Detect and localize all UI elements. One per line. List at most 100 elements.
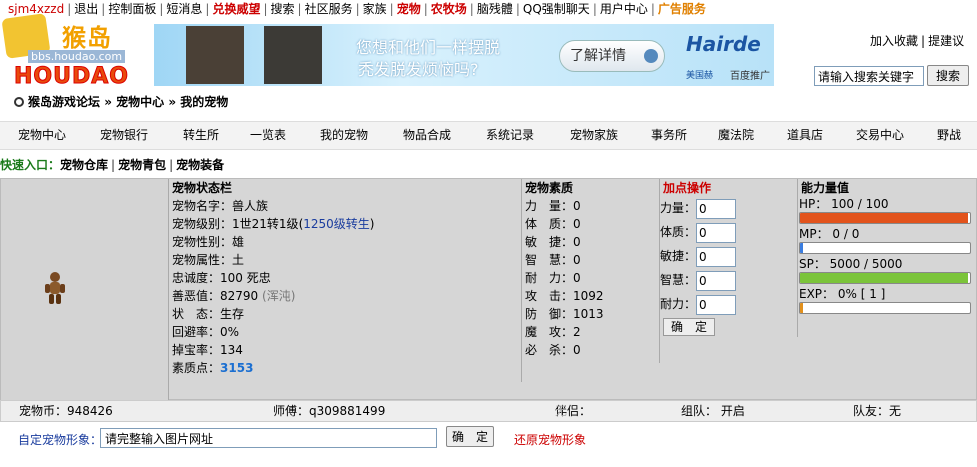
topbar-link-6[interactable]: 家族 xyxy=(363,2,387,16)
topbar-link-10[interactable]: QQ强制聊天 xyxy=(523,2,590,16)
banner-cta-label: 了解详情 xyxy=(570,48,626,64)
logo-word: HOUDAO xyxy=(14,64,129,90)
breadcrumb-pet-center[interactable]: 宠物中心 xyxy=(116,95,164,109)
addpoint-input[interactable] xyxy=(696,198,737,219)
restore-image-link[interactable]: 还原宠物形象 xyxy=(514,431,586,448)
addpoint-label: 智慧： xyxy=(660,273,697,287)
topbar-link-5[interactable]: 社区服务 xyxy=(305,2,353,16)
addpoint-title: 加点操作 xyxy=(663,181,712,195)
status-karma: 善恶值：82790 (浑沌) xyxy=(172,289,296,303)
addpoint-input[interactable] xyxy=(696,246,737,267)
ability-bar xyxy=(799,242,971,254)
banner-line-1: 您想和他们一样摆脱 xyxy=(356,38,501,57)
add-point-panel: 加点操作 力量： 体质： 敏捷： 智慧： 耐力： 确 定 xyxy=(660,179,798,337)
banner-photo-1 xyxy=(186,26,244,84)
add-favorite-link[interactable]: 加入收藏 xyxy=(870,34,918,48)
addpoint-row: 体质： xyxy=(660,221,797,245)
add-point-confirm-button[interactable]: 确 定 xyxy=(663,318,715,336)
pet-image-panel xyxy=(1,179,169,401)
status-drop: 掉宝率：134 xyxy=(172,343,243,357)
banner-promo: 百度推广 xyxy=(730,71,770,82)
quick-link-equipment[interactable]: 宠物装备 xyxy=(176,158,224,172)
addpoint-input[interactable] xyxy=(696,294,737,315)
addpoint-row: 力量： xyxy=(660,197,797,221)
nav-item-3[interactable]: 一览表 xyxy=(250,122,286,149)
rebirth-link[interactable]: 1250级转生 xyxy=(303,217,370,231)
topbar-link-3[interactable]: 兑换威望 xyxy=(212,2,260,16)
quick-entry: 快速入口：宠物仓库 | 宠物青包 | 宠物装备 xyxy=(0,158,225,172)
status-title: 宠物状态栏 xyxy=(172,181,233,195)
status-name: 宠物名字：兽人族 xyxy=(172,199,269,213)
quality-row: 必 杀：0 xyxy=(525,343,581,357)
banner-line-2: 秃发脱发烦恼吗? xyxy=(358,60,479,79)
breadcrumb-forum[interactable]: 猴岛游戏论坛 xyxy=(28,95,100,109)
topbar-link-1[interactable]: 控制面板 xyxy=(108,2,156,16)
search-input[interactable] xyxy=(814,66,924,86)
topbar-link-0[interactable]: 退出 xyxy=(74,2,98,16)
nav-item-4[interactable]: 我的宠物 xyxy=(320,122,368,149)
nav-item-11[interactable]: 交易中心 xyxy=(856,122,904,149)
nav-item-5[interactable]: 物品合成 xyxy=(403,122,451,149)
quality-row: 攻 击：1092 xyxy=(525,289,604,303)
custom-image-input[interactable] xyxy=(100,428,437,448)
search-button[interactable]: 搜索 xyxy=(927,65,969,86)
ability-bar-fill xyxy=(800,213,969,223)
topbar-link-11[interactable]: 用户中心 xyxy=(600,2,648,16)
ability-bar-label: EXP： 0% [ 1 ] xyxy=(799,287,886,301)
nav-item-6[interactable]: 系统记录 xyxy=(486,122,534,149)
custom-image-confirm-button[interactable]: 确 定 xyxy=(446,426,494,447)
topbar-link-9[interactable]: 脑残體 xyxy=(477,2,513,16)
suggest-link[interactable]: 提建议 xyxy=(928,34,964,48)
logo-url: bbs.houdao.com xyxy=(28,50,126,63)
topbar-link-2[interactable]: 短消息 xyxy=(166,2,202,16)
pet-master: 师傅：q309881499 xyxy=(273,404,386,418)
main-nav: 宠物中心 宠物银行 转生所 一览表 我的宠物 物品合成 系统记录 宠物家族 事务所 魔法院 道具店 交… xyxy=(0,121,977,150)
nav-item-7[interactable]: 宠物家族 xyxy=(570,122,618,149)
custom-image-label: 自定宠物形象： xyxy=(18,433,103,447)
breadcrumb-my-pet: 我的宠物 xyxy=(180,95,229,109)
quality-row: 体 质：0 xyxy=(525,217,581,231)
status-gender: 宠物性别：雄 xyxy=(172,235,245,249)
pet-coins: 宠物币：948426 xyxy=(19,404,113,418)
nav-item-2[interactable]: 转生所 xyxy=(183,122,219,149)
nav-item-9[interactable]: 魔法院 xyxy=(718,122,754,149)
ability-bar xyxy=(799,272,971,284)
search-icon xyxy=(14,97,24,107)
nav-item-8[interactable]: 事务所 xyxy=(651,122,687,149)
pet-team: 组队： 开启 xyxy=(681,404,745,418)
topbar-link-8[interactable]: 农牧场 xyxy=(431,2,467,16)
banner-photo-2 xyxy=(264,26,322,84)
banner-brand: Hairde xyxy=(686,32,761,56)
nav-item-10[interactable]: 道具店 xyxy=(787,122,823,149)
banner-cta-button[interactable]: 了解详情 xyxy=(559,40,665,72)
addpoint-label: 力量： xyxy=(660,201,697,215)
nav-item-12[interactable]: 野战 xyxy=(937,122,961,149)
nav-item-1[interactable]: 宠物银行 xyxy=(100,122,148,149)
right-links: 加入收藏 | 提建议 xyxy=(870,34,965,48)
custom-image-row: 自定宠物形象： 确 定 还原宠物形象 xyxy=(0,426,977,448)
topbar-link-7[interactable]: 宠物 xyxy=(397,2,421,16)
quick-link-bag[interactable]: 宠物青包 xyxy=(118,158,166,172)
logo-chinese: 猴岛 xyxy=(62,24,112,52)
addpoint-input[interactable] xyxy=(696,222,737,243)
pet-teammate: 队友：无 xyxy=(853,404,902,418)
addpoint-label: 体质： xyxy=(660,225,697,239)
nav-item-0[interactable]: 宠物中心 xyxy=(18,122,66,149)
topbar-link-4[interactable]: 搜索 xyxy=(271,2,295,16)
pet-footer-stats: 宠物币：948426 师傅：q309881499 伴侣：无 组队： 开启 队友：… xyxy=(0,400,977,422)
status-state: 状 态：生存 xyxy=(172,307,245,321)
top-link-bar: sjm4xzzd | 退出 | 控制面板 | 短消息 | 兑换威望 | 搜索 | 社区服务 | 家族 | 宠物 |… xyxy=(8,2,706,16)
pet-main-panel: 宠物状态栏 宠物名字：兽人族 宠物级别：1世21转1级(1250级转生) 宠物性… xyxy=(0,178,977,401)
addpoint-row: 敏捷： xyxy=(660,245,797,269)
quick-link-warehouse[interactable]: 宠物仓库 xyxy=(60,158,108,172)
site-logo[interactable]: 猴岛 bbs.houdao.com HOUDAO xyxy=(1,13,130,92)
ability-bar-label: MP： 0 / 0 xyxy=(799,227,860,241)
pet-quality-panel: 宠物素质 力 量：0 体 质：0 敏 捷：0 智 慧：0 耐 力：0 攻 击：1092 防 … xyxy=(522,179,660,363)
ability-bar-label: HP： 100 / 100 xyxy=(799,197,889,211)
quality-row: 耐 力：0 xyxy=(525,271,581,285)
ability-bar-label: SP： 5000 / 5000 xyxy=(799,257,903,271)
ability-bar xyxy=(799,302,971,314)
topbar-link-12[interactable]: 广告服务 xyxy=(658,2,706,16)
banner-ad[interactable]: 您想和他们一样摆脱 秃发脱发烦恼吗? 了解详情 Hairde 美国赫 百度推广 xyxy=(154,24,774,86)
addpoint-input[interactable] xyxy=(696,270,737,291)
